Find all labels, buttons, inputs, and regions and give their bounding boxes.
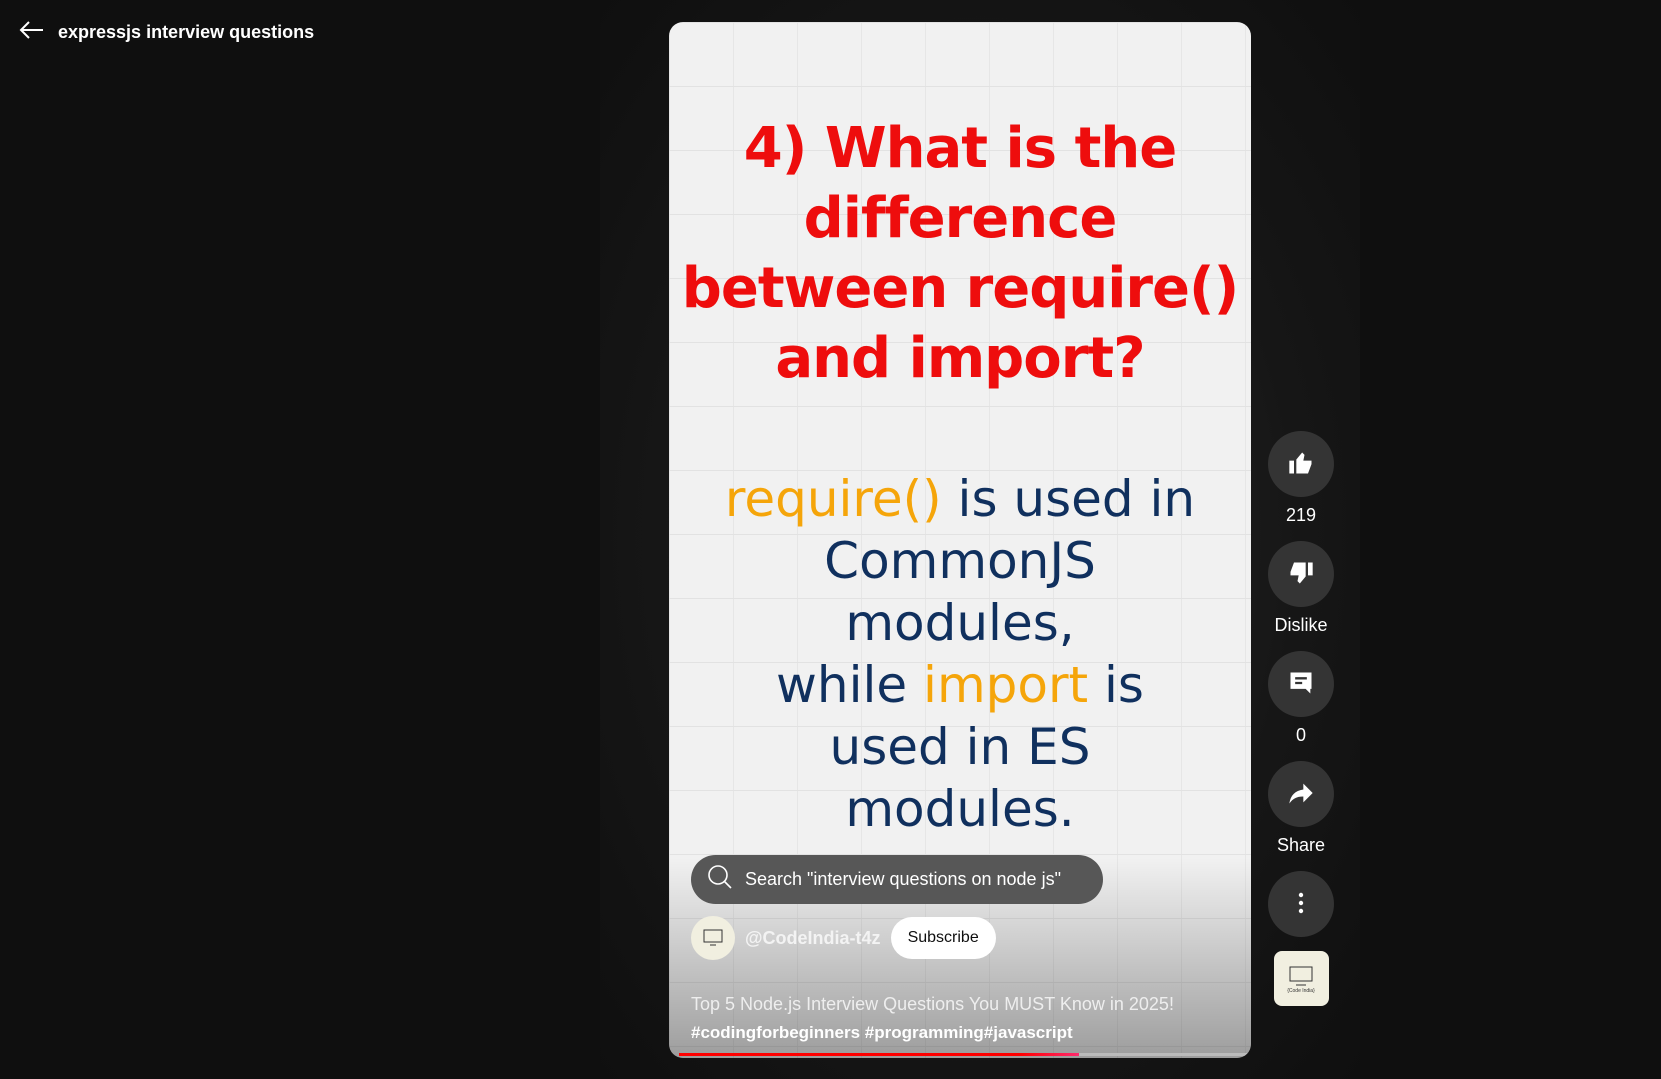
answer-text: while	[776, 656, 924, 714]
video-hashtags[interactable]: #codingforbeginners #programming#javascr…	[691, 1023, 1073, 1043]
video-player[interactable]: 4) What is the difference between requir…	[669, 22, 1251, 1058]
comments-button[interactable]	[1268, 651, 1334, 717]
video-answer: require() is used in CommonJS modules, w…	[669, 468, 1251, 840]
action-bar: 219 Dislike 0 Share {Code India}	[1268, 431, 1334, 1006]
video-title[interactable]: Top 5 Node.js Interview Questions You MU…	[691, 994, 1174, 1015]
channel-handle[interactable]: @CodeIndia-t4z	[745, 928, 881, 949]
channel-row: @CodeIndia-t4z Subscribe	[691, 916, 996, 960]
answer-text: is used in	[941, 470, 1196, 528]
progress-bar[interactable]	[679, 1053, 1251, 1056]
question-line: 4) What is the	[743, 116, 1177, 181]
share-label: Share	[1276, 835, 1326, 855]
subscribe-button[interactable]: Subscribe	[890, 917, 996, 959]
answer-highlight: require()	[724, 470, 942, 528]
question-line: and import?	[775, 326, 1145, 391]
answer-text: modules.	[845, 780, 1075, 838]
page-title: expressjs interview questions	[58, 22, 315, 42]
comment-count: 0	[1295, 725, 1306, 745]
more-vertical-icon	[1297, 891, 1305, 918]
answer-text: used in ES	[829, 718, 1091, 776]
dislike-label: Dislike	[1274, 615, 1328, 635]
progress-fill	[679, 1053, 1080, 1056]
sound-thumbnail[interactable]: {Code India}	[1273, 951, 1329, 1006]
like-count: 219	[1285, 505, 1317, 525]
header: expressjs interview questions	[18, 20, 314, 45]
answer-text: modules,	[845, 594, 1075, 652]
more-options-button[interactable]	[1268, 871, 1334, 937]
video-question: 4) What is the difference between requir…	[669, 114, 1251, 394]
share-arrow-icon	[1287, 779, 1315, 810]
question-line: between require()	[681, 256, 1239, 321]
share-button[interactable]	[1268, 761, 1334, 827]
answer-text: CommonJS	[824, 532, 1096, 590]
question-line: difference	[803, 186, 1118, 251]
comment-icon	[1287, 669, 1315, 700]
channel-avatar[interactable]	[691, 916, 735, 960]
answer-text: is	[1088, 656, 1144, 714]
like-button[interactable]	[1268, 431, 1334, 497]
dislike-button[interactable]	[1268, 541, 1334, 607]
answer-highlight: import	[923, 656, 1089, 714]
back-arrow-icon[interactable]	[18, 20, 44, 45]
thumbs-up-icon	[1287, 449, 1315, 480]
search-icon	[707, 864, 733, 895]
search-chip[interactable]: Search "interview questions on node js"	[691, 855, 1103, 904]
thumbs-down-icon	[1287, 559, 1315, 590]
svg-text:{Code India}: {Code India}	[1287, 988, 1315, 994]
search-chip-label: Search "interview questions on node js"	[745, 869, 1061, 889]
